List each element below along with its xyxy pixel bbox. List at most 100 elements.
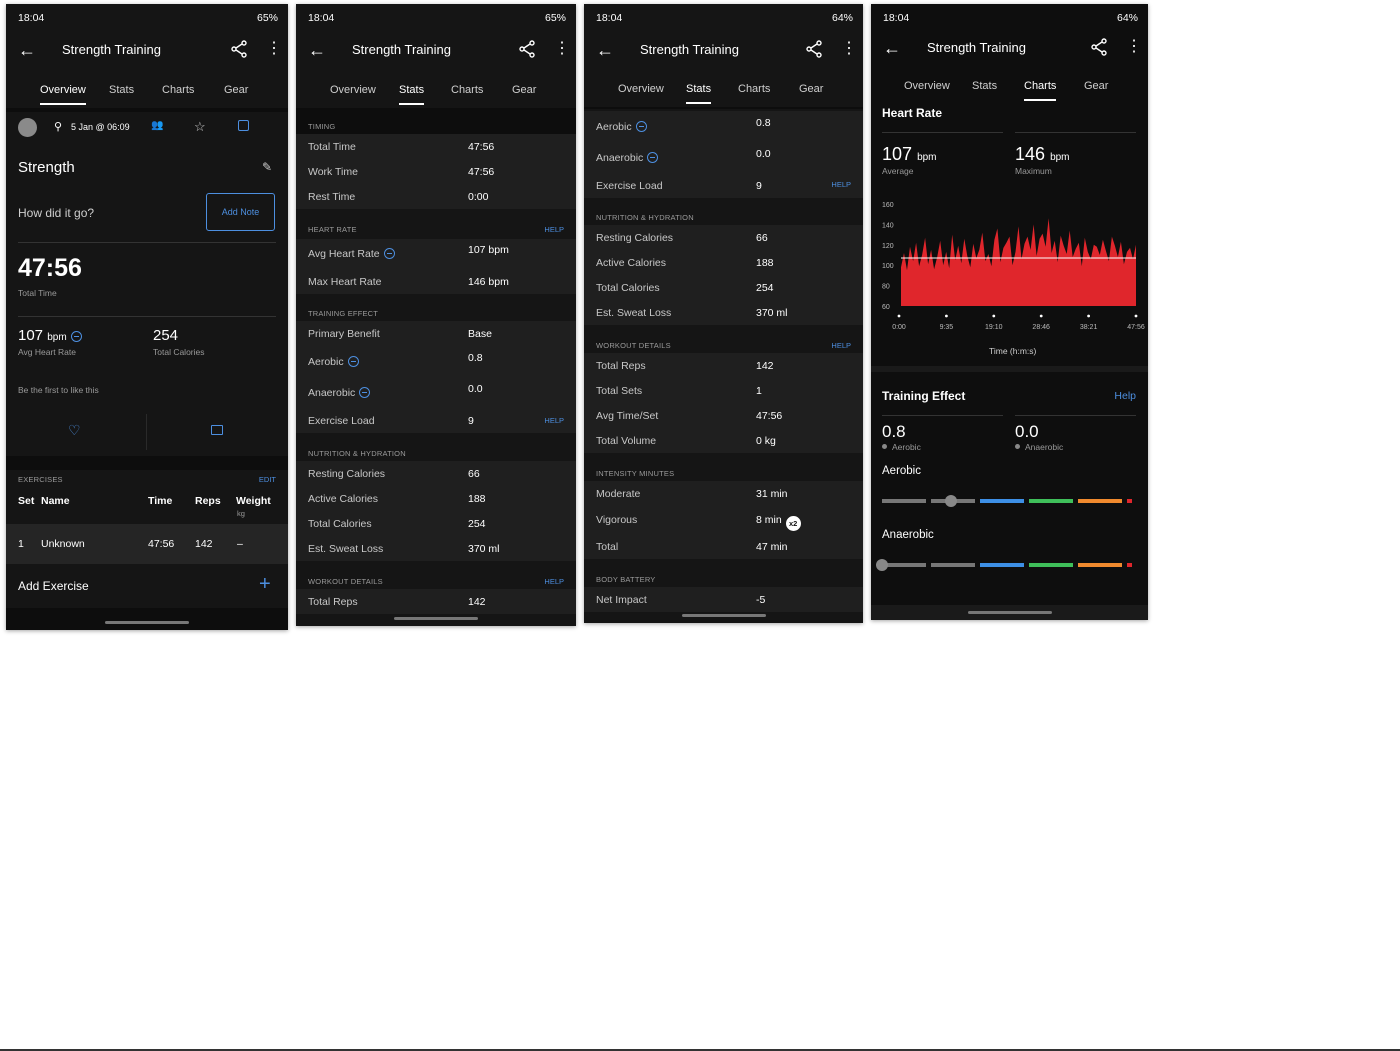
y-tick-label: 120 [882,243,894,250]
comment-icon[interactable] [211,425,223,435]
stat-row: Moderate 31 min [584,481,863,506]
activity-date: 5 Jan @ 06:09 [71,122,130,132]
tab-stats[interactable]: Stats [109,84,134,96]
tab-charts[interactable]: Charts [162,84,194,96]
avg-hr-unit: bpm [47,332,67,343]
stat-value: 0 kg [756,435,776,447]
back-arrow-icon[interactable]: ← [883,38,901,58]
anaerobic-bar-label: Anaerobic [882,529,934,541]
stat-row: Total 47 min [584,534,863,559]
avatar[interactable] [18,118,37,137]
share-icon[interactable] [230,40,248,58]
star-icon[interactable]: ☆ [194,119,206,135]
heart-rate-chart[interactable]: 160 140 120 100 80 60 0:00 9:35 19:10 28:46 38:21… [871,192,1148,357]
help-link[interactable]: HELP [544,416,564,425]
help-link[interactable]: HELP [831,180,851,189]
stat-row: Total Reps 142 [584,353,863,378]
battery-level: 64% [831,12,853,24]
stat-label: Exercise Load [596,180,663,192]
home-indicator[interactable] [967,611,1052,614]
tab-overview[interactable]: Overview [904,80,950,92]
more-options-icon[interactable]: ⋮ [554,40,570,58]
home-indicator[interactable] [105,621,189,624]
tab-stats[interactable]: Stats [399,84,425,105]
tab-charts[interactable]: Charts [1024,80,1057,101]
share-icon[interactable] [518,40,536,58]
tab-gear[interactable]: Gear [512,84,536,96]
back-arrow-icon[interactable]: ← [18,40,36,60]
help-link[interactable]: HELP [544,577,564,586]
back-arrow-icon[interactable]: ← [308,40,326,60]
stat-label: Exercise Load [308,415,375,427]
info-icon[interactable] [635,121,647,132]
add-exercise-label[interactable]: Add Exercise [18,579,89,593]
heart-like-icon[interactable]: ♡ [68,422,81,439]
plus-icon[interactable]: + [259,573,271,596]
tab-overview[interactable]: Overview [40,84,86,105]
aerobic-bar-label: Aerobic [882,465,921,477]
stat-row: Resting Calories 66 [296,461,576,486]
info-icon[interactable] [647,152,659,163]
tab-overview[interactable]: Overview [618,83,664,95]
stat-value: 31 min [756,488,788,500]
tab-stats[interactable]: Stats [686,83,712,104]
more-options-icon[interactable]: ⋮ [1126,38,1142,56]
info-icon[interactable] [359,387,371,398]
people-icon[interactable]: 👥 [151,120,163,131]
stat-value: 47:56 [468,166,495,178]
tab-stats[interactable]: Stats [972,80,997,92]
share-icon[interactable] [805,40,823,58]
stat-value: 66 [468,468,480,480]
divider [6,456,288,470]
tab-charts[interactable]: Charts [451,84,483,96]
avg-hr-number: 107 [18,327,44,344]
help-link[interactable]: HELP [831,341,851,350]
stat-row: Total Volume 0 kg [584,428,863,453]
edit-exercises-link[interactable]: EDIT [259,475,276,484]
battery-level: 65% [544,12,566,24]
divider [871,366,1148,372]
stat-label: Avg Heart Rate [308,248,395,260]
home-indicator[interactable] [394,617,478,620]
table-row[interactable]: 1 Unknown 47:56 142 – [6,524,288,564]
add-note-button[interactable]: Add Note [206,193,275,231]
more-options-icon[interactable]: ⋮ [841,40,857,58]
tab-gear[interactable]: Gear [799,83,823,95]
te-anaerobic-label-text: Anaerobic [1025,442,1064,452]
avg-hr-label: Avg Heart Rate [308,248,380,260]
stat-value: 0.0 [756,148,771,160]
share-icon[interactable] [1090,38,1108,56]
aerobic-label: Aerobic [308,356,344,368]
home-indicator[interactable] [681,614,766,617]
clock: 18:04 [883,12,910,24]
tab-overview[interactable]: Overview [330,84,376,96]
activity-meta-row: ⚲ 5 Jan @ 06:09 👥 ☆ [6,116,288,140]
tab-gear[interactable]: Gear [224,84,248,96]
heart-rate-icon [70,331,82,342]
back-arrow-icon[interactable]: ← [596,40,614,60]
help-link[interactable]: HELP [544,225,564,234]
tab-gear[interactable]: Gear [1084,80,1108,92]
x-tick-label: 28:46 [1032,324,1050,331]
info-icon[interactable] [347,356,359,367]
anaerobic-scale [876,559,1137,571]
stat-label: Total [596,541,619,553]
stat-label: Aerobic [596,121,647,133]
more-options-icon[interactable]: ⋮ [266,40,282,58]
battery-level: 65% [256,12,278,24]
col-set: Set [18,495,35,507]
x2-badge: x2 [785,516,801,531]
training-effect-help[interactable]: Help [1114,390,1136,402]
total-time-value: 47:56 [18,254,82,282]
heart-rate-icon[interactable] [383,248,395,259]
stat-value: 0:00 [468,191,489,203]
divider [882,415,1003,416]
x-axis: 0:00 9:35 19:10 28:46 38:21 47:56 [892,314,1145,331]
hr-average-unit: bpm [917,152,937,163]
stat-label: Total Calories [596,282,660,294]
scale-segment-orange [1078,563,1122,567]
edit-pencil-icon[interactable]: ✎ [262,160,272,174]
calendar-add-icon[interactable] [238,120,249,131]
scale-segment-gray [931,563,975,567]
tab-charts[interactable]: Charts [738,83,770,95]
